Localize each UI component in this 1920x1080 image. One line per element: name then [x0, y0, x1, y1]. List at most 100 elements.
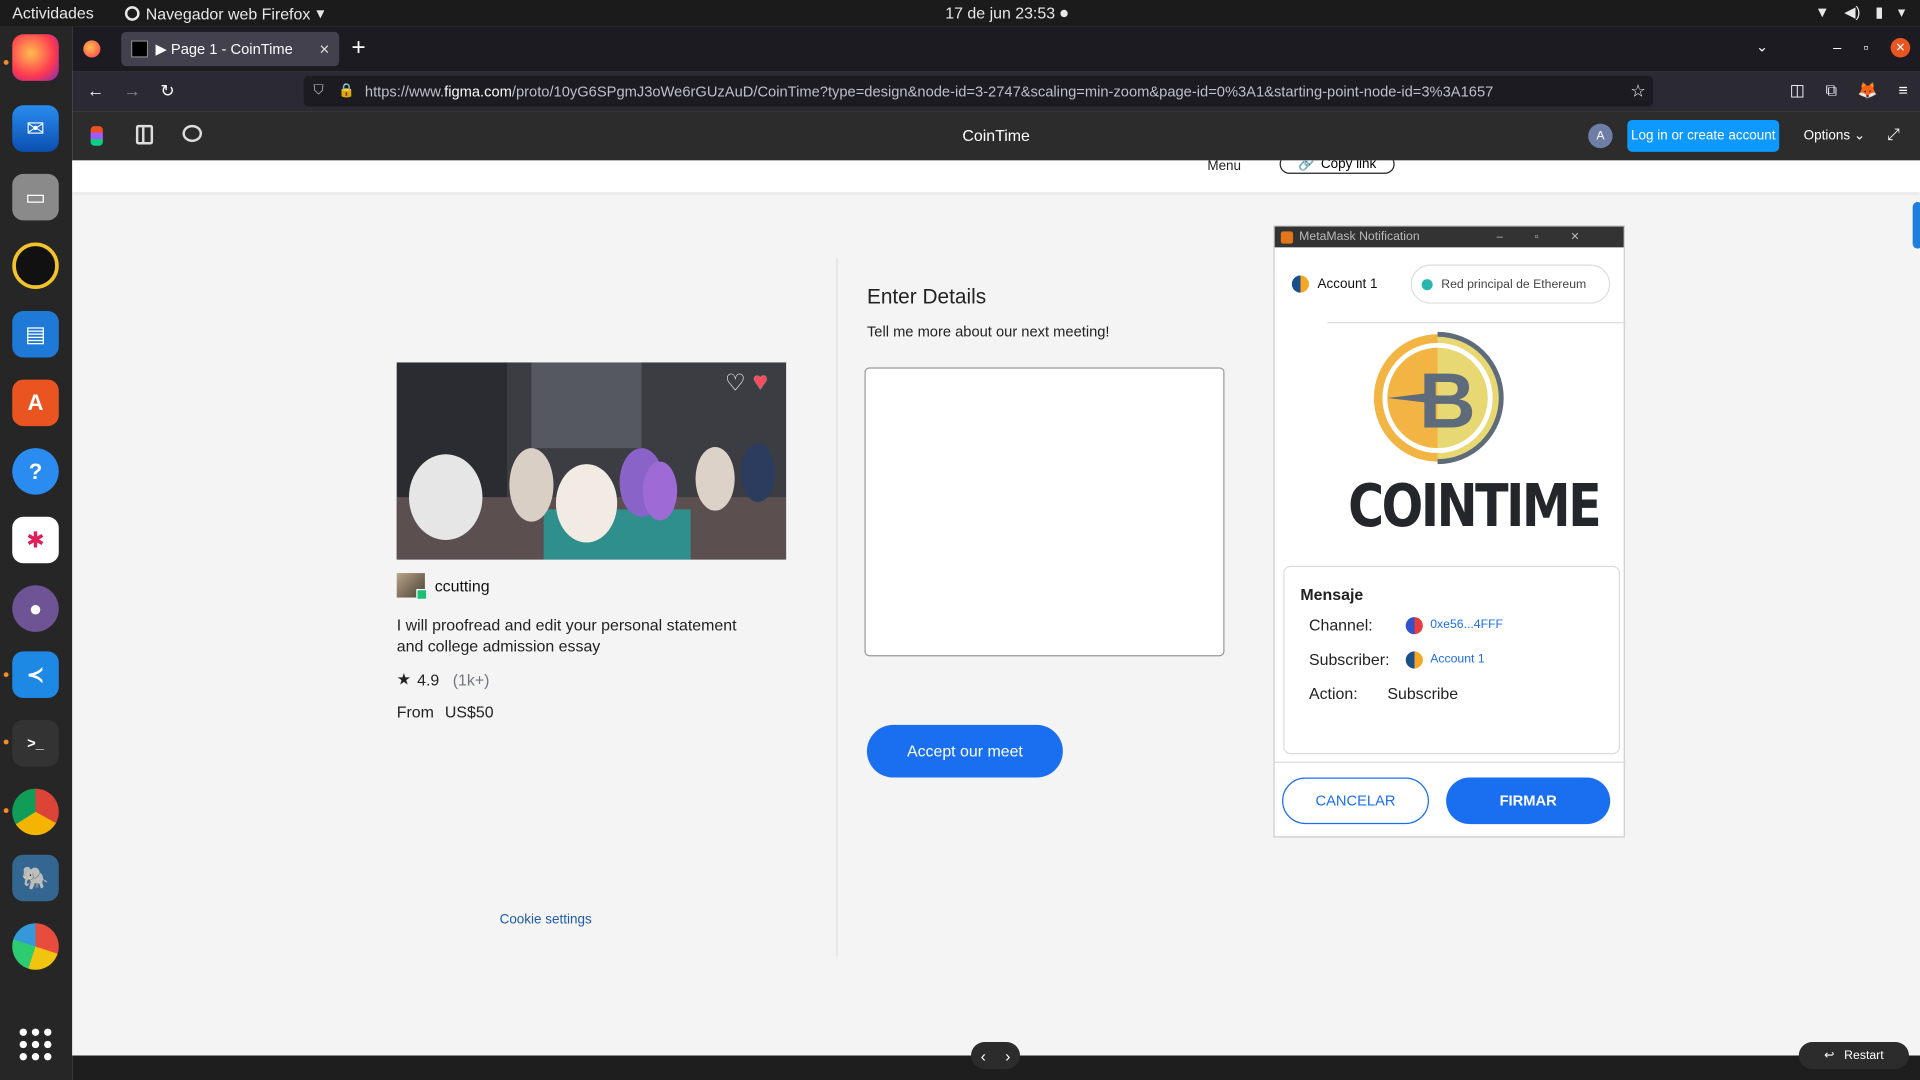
cointime-wordmark: COINTIME — [1348, 473, 1601, 541]
restart-button[interactable]: ↩ Restart — [1798, 1042, 1909, 1069]
figma-prototype-header: CoinTime A Log in or create account Opti… — [72, 111, 1920, 161]
help-icon[interactable]: ? — [12, 448, 59, 495]
scrollbar-handle[interactable] — [1912, 202, 1920, 249]
slack-icon[interactable]: ✱ — [12, 516, 59, 564]
divider — [1274, 761, 1627, 763]
files-icon[interactable]: ▭ — [12, 173, 59, 221]
activities-button[interactable]: Actividades — [12, 4, 93, 22]
postgres-icon[interactable]: 🐘 — [12, 854, 59, 902]
copy-link-label: Copy link — [1320, 160, 1377, 172]
avatar[interactable]: A — [1588, 123, 1613, 149]
fullscreen-icon[interactable]: ⤢ — [1887, 125, 1900, 145]
subscriber-label: Subscriber: — [1308, 650, 1390, 669]
back-icon[interactable]: ← — [87, 81, 104, 101]
chrome-icon[interactable] — [12, 788, 59, 836]
system-top-bar: Actividades Navegador web Firefox ▾ 17 d… — [0, 0, 1920, 27]
writer-icon[interactable]: ▤ — [12, 311, 59, 358]
seller-avatar — [396, 573, 428, 601]
heart-outline-icon[interactable]: ♡ — [725, 370, 746, 398]
account-name: Account 1 — [1317, 276, 1378, 292]
login-button[interactable]: Log in or create account — [1627, 120, 1780, 152]
lock-icon[interactable]: 🔒 — [338, 82, 355, 98]
new-tab-icon[interactable]: + — [351, 34, 365, 62]
previous-frame-icon[interactable]: ‹ — [981, 1046, 986, 1064]
rhythmbox-icon[interactable] — [12, 242, 59, 289]
pocket-icon[interactable]: ◫ — [1790, 81, 1805, 101]
list-tabs-icon[interactable]: ⌄ — [1756, 38, 1768, 55]
accept-meet-button[interactable]: Accept our meet — [866, 724, 1063, 778]
star-icon: ★ — [396, 669, 412, 689]
heart-filled-icon[interactable]: ♥ — [753, 369, 768, 397]
restart-label: Restart — [1844, 1048, 1884, 1063]
seller-name: ccutting — [434, 576, 490, 595]
channel-address[interactable]: 0xe56...4FFF — [1430, 618, 1503, 631]
extensions-icon[interactable]: ⧉ — [1826, 81, 1837, 101]
network-selector[interactable]: Red principal de Ethereum — [1410, 264, 1611, 304]
metamask-extension-icon[interactable]: 🦊 — [1858, 81, 1878, 101]
url-path: /proto/10yG6SPgmJ3oWe6rGUzAuD/CoinTime?t… — [511, 82, 1494, 100]
account-selector[interactable]: Account 1 — [1291, 275, 1378, 293]
restart-icon: ↩ — [1824, 1048, 1835, 1063]
app-menu-label: Navegador web Firefox — [145, 4, 311, 23]
show-apps-icon[interactable] — [19, 1028, 52, 1061]
close-window-icon[interactable]: ✕ — [1890, 37, 1911, 58]
metamask-window-controls[interactable]: –▫✕ — [1497, 230, 1612, 243]
action-label: Action: — [1308, 684, 1358, 703]
tracking-shield-icon[interactable]: ⛉ — [313, 83, 323, 99]
tab-cointime[interactable]: ▶ Page 1 - CoinTime × — [121, 31, 340, 67]
network-status-dot — [1421, 278, 1433, 290]
channel-label: Channel: — [1308, 615, 1373, 635]
github-icon[interactable]: ● — [12, 585, 59, 632]
message-heading: Mensaje — [1300, 585, 1364, 604]
gig-image[interactable]: ♡ ♥ — [396, 362, 787, 560]
forward-icon[interactable]: → — [124, 81, 141, 101]
firefox-view-icon[interactable] — [83, 40, 101, 58]
metamask-window-title: MetaMask Notification — [1299, 230, 1420, 244]
notification-dot — [1060, 9, 1068, 18]
price-prefix: From — [396, 702, 434, 722]
system-tray[interactable]: ▼ ◀) ▮ ▾ — [1815, 4, 1905, 21]
seller-info[interactable]: ccutting — [396, 573, 490, 601]
sign-button[interactable]: FIRMAR — [1446, 777, 1611, 825]
disk-usage-icon[interactable] — [12, 923, 59, 970]
firefox-icon[interactable] — [12, 34, 59, 81]
gig-title[interactable]: I will proofread and edit your personal … — [397, 615, 764, 657]
subscriber-account[interactable]: Account 1 — [1430, 653, 1484, 666]
copy-link-button[interactable]: 🔗 Copy link — [1279, 160, 1395, 174]
link-icon: 🔗 — [1297, 160, 1315, 172]
channel-identicon — [1405, 616, 1423, 634]
running-indicator — [3, 808, 9, 814]
hamburger-menu-icon[interactable]: ≡ — [1898, 81, 1907, 101]
account-identicon — [1291, 275, 1309, 293]
url-bar[interactable]: ⛉ 🔒 https://www. figma.com/proto/10yG6SPg… — [303, 75, 1654, 107]
caret-down-icon: ▾ — [316, 3, 325, 23]
app-menu[interactable]: Navegador web Firefox ▾ — [124, 3, 325, 24]
meeting-details-textarea[interactable] — [864, 367, 1225, 657]
rating-count: (1k+) — [452, 670, 490, 689]
menu-link[interactable]: Menu — [1207, 160, 1241, 173]
maximize-icon[interactable]: ▫ — [1863, 39, 1868, 56]
channel-row: Channel: 0xe56...4FFF — [1309, 616, 1503, 634]
minimize-icon[interactable]: – — [1833, 39, 1841, 56]
options-dropdown[interactable]: Options ⌄ — [1804, 127, 1865, 144]
software-icon[interactable]: A — [12, 379, 59, 427]
reload-icon[interactable]: ↻ — [160, 81, 174, 102]
cookie-settings-link[interactable]: Cookie settings — [500, 912, 592, 927]
page-header: Menu 🔗 Copy link — [72, 160, 1920, 193]
vscode-icon[interactable]: ≺ — [12, 651, 59, 698]
gig-price: From US$50 — [397, 703, 494, 721]
figma-favicon-icon — [131, 40, 149, 58]
bookmark-star-icon[interactable]: ☆ — [1630, 81, 1645, 102]
close-tab-icon[interactable]: × — [319, 39, 329, 59]
cancel-button[interactable]: CANCELAR — [1282, 777, 1429, 825]
wifi-icon: ▼ — [1814, 3, 1830, 21]
power-menu-icon: ▾ — [1897, 3, 1906, 21]
terminal-icon[interactable]: >_ — [12, 720, 59, 767]
running-indicator — [3, 60, 9, 65]
gig-rating: ★ 4.9 (1k+) — [397, 670, 490, 690]
frame-navigation: ‹ › — [971, 1042, 1021, 1069]
clock[interactable]: 17 de jun 23:53 — [945, 4, 1055, 22]
running-indicator — [3, 672, 9, 678]
thunderbird-icon[interactable]: ✉ — [12, 105, 59, 152]
next-frame-icon[interactable]: › — [1005, 1046, 1010, 1064]
